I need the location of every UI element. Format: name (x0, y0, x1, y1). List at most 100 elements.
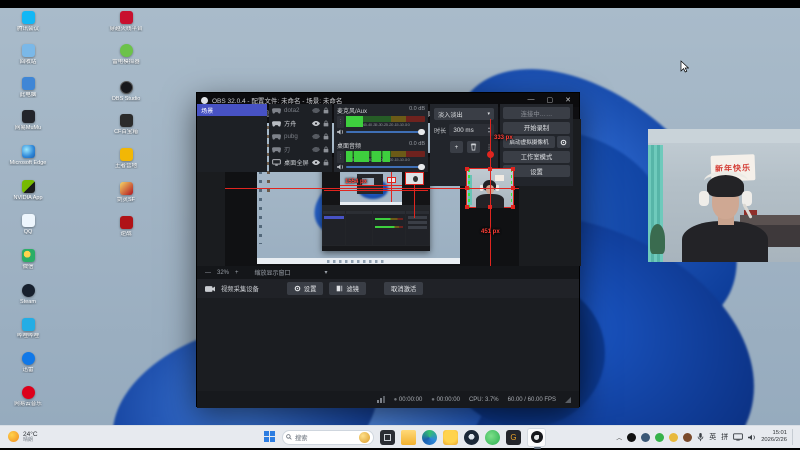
channel-menu-button[interactable]: ⋮ (337, 151, 344, 163)
tray-app-icon[interactable] (669, 432, 679, 442)
lock-icon[interactable] (323, 146, 329, 153)
task-view-button[interactable] (380, 429, 395, 445)
remove-transition-button[interactable] (467, 141, 480, 153)
lock-icon[interactable] (323, 133, 329, 140)
file-explorer-icon[interactable] (401, 429, 416, 445)
weather-condition: 晴朗 (23, 436, 34, 443)
streaming-button[interactable]: 连接中…… (503, 107, 570, 119)
obs-taskbar-icon-active[interactable] (527, 427, 546, 449)
volume-meter (346, 151, 425, 162)
resize-handle[interactable] (511, 167, 515, 171)
tray-app-icon[interactable] (627, 432, 637, 442)
headphone-ear-left (699, 191, 709, 206)
desktop-icon[interactable]: CF百宝箱 (100, 114, 152, 135)
desktop-icon[interactable]: Steam (2, 284, 54, 305)
search-input[interactable]: 搜索 (282, 429, 374, 445)
resize-handle[interactable] (511, 205, 515, 209)
show-desktop-button[interactable] (792, 429, 794, 445)
eye-off-icon[interactable] (312, 147, 320, 152)
lock-icon[interactable] (323, 159, 329, 166)
source-properties-button[interactable]: 设置 (286, 282, 324, 295)
desktop-icon[interactable]: 网易MuMu (2, 110, 54, 131)
zoom-out-button[interactable]: — (205, 270, 211, 276)
desktop-icon[interactable]: Microsoft Edge (2, 145, 54, 166)
eye-off-icon[interactable] (312, 134, 320, 139)
tray-app-icon[interactable] (641, 432, 651, 442)
speaker-icon[interactable] (337, 129, 344, 135)
zoom-in-button[interactable]: + (235, 270, 239, 276)
ime-language-indicator[interactable]: 英 (709, 432, 716, 442)
minimize-button[interactable]: — (528, 96, 535, 104)
weather-widget[interactable]: 24°C 晴朗 (0, 431, 46, 444)
desktop-icon[interactable]: 微信 (2, 249, 54, 270)
steam-icon[interactable] (464, 429, 479, 445)
add-transition-button[interactable]: + (450, 141, 463, 153)
tray-chevron-icon[interactable]: ︿ (616, 433, 622, 442)
deactivate-button[interactable]: 取消激活 (383, 282, 424, 295)
zoom-mode-select[interactable]: 缩放显示窗口 (255, 268, 291, 277)
transition-select[interactable]: 淡入淡出 ▾ (434, 108, 494, 120)
resize-handle[interactable] (465, 205, 469, 209)
screen: 腾讯会议 回收站 此电脑 网易MuMu Microsoft Edge NVIDI… (0, 0, 800, 450)
edge-browser-icon[interactable] (422, 429, 437, 445)
g-app-icon[interactable]: G (506, 429, 521, 445)
cast-display-icon[interactable] (733, 433, 744, 441)
source-context-toolbar: 视频采集设备 设置 滤镜 取消激活 (197, 279, 579, 298)
eye-off-icon[interactable] (312, 108, 320, 113)
resize-grip[interactable] (565, 396, 571, 403)
start-button[interactable] (264, 431, 276, 443)
desktop-icon[interactable]: 此电脑 (2, 77, 54, 98)
source-row[interactable]: 刃 (269, 143, 332, 156)
scene-list-item[interactable]: 场景 (197, 104, 267, 116)
desktop-icon[interactable]: 腾讯会议 (2, 11, 54, 32)
volume-slider[interactable] (346, 164, 425, 170)
source-filters-button[interactable]: 滤镜 (329, 282, 366, 295)
tray-app-icon[interactable] (655, 432, 665, 442)
desktop-icon[interactable]: 王者营地 (100, 148, 152, 169)
eye-icon[interactable] (312, 121, 320, 126)
ime-mode-indicator[interactable]: 拼 (721, 432, 728, 442)
close-button[interactable]: ✕ (565, 96, 571, 104)
stream-status-icon: ● (393, 396, 398, 403)
game-capture-icon (272, 120, 281, 127)
green-app-icon[interactable] (485, 429, 500, 445)
lock-icon[interactable] (323, 120, 329, 127)
clock[interactable]: 15:01 2026/2/26 (761, 430, 787, 443)
desktop-icon[interactable]: QQ (2, 214, 54, 235)
rotation-handle[interactable] (487, 151, 494, 158)
desktop-icon[interactable]: 逆战 (100, 216, 152, 237)
desktop-icon[interactable]: 哔哩哔哩 (2, 318, 54, 339)
speaker-icon[interactable] (748, 434, 756, 441)
source-row[interactable]: 桌面全屏 (269, 156, 332, 169)
desktop-icon[interactable]: 网易云音乐 (2, 386, 54, 407)
virtual-camera-settings-button[interactable] (557, 136, 570, 148)
source-row[interactable]: pubg (269, 130, 332, 143)
chevron-down-icon[interactable]: ▾ (325, 269, 328, 276)
desktop-icon[interactable]: NVIDIA App (2, 180, 54, 201)
source-row[interactable]: dota2 (269, 104, 332, 117)
display-capture-icon (272, 159, 281, 166)
desktop-icon[interactable]: 回收站 (2, 44, 54, 65)
studio-mode-button[interactable]: 工作室模式 (503, 150, 570, 163)
game-platform-icon[interactable] (443, 429, 458, 445)
channel-menu-button[interactable]: ⋮ (337, 116, 344, 128)
resize-handle[interactable] (465, 167, 469, 171)
duration-input[interactable]: 300 ms ▴ ▾ (449, 124, 494, 136)
tray-app-icon[interactable] (683, 432, 693, 442)
stream-time: 00:00:00 (398, 396, 423, 403)
start-recording-button[interactable]: 开始录制 (503, 121, 570, 134)
lock-icon[interactable] (323, 107, 329, 114)
desktop-icon[interactable]: 雷电模拟器 (100, 44, 152, 65)
record-status-icon: ● (431, 396, 435, 403)
eye-icon[interactable] (312, 160, 320, 165)
source-row[interactable]: 方舟 (269, 117, 332, 130)
desktop-icon[interactable]: 迅雷 (2, 352, 54, 373)
microphone-icon[interactable] (697, 432, 704, 442)
volume-slider[interactable] (346, 129, 425, 135)
maximize-button[interactable]: ▢ (547, 96, 554, 104)
desktop-icon[interactable]: OBS Studio (100, 81, 152, 102)
system-tray: ︿ 英 拼 15:01 2026/2/26 (616, 429, 800, 445)
speaker-icon[interactable] (337, 164, 344, 170)
desktop-icon[interactable]: 穿越火线平台 (100, 11, 152, 32)
desktop-icon[interactable]: 剑灵SF (100, 182, 152, 203)
